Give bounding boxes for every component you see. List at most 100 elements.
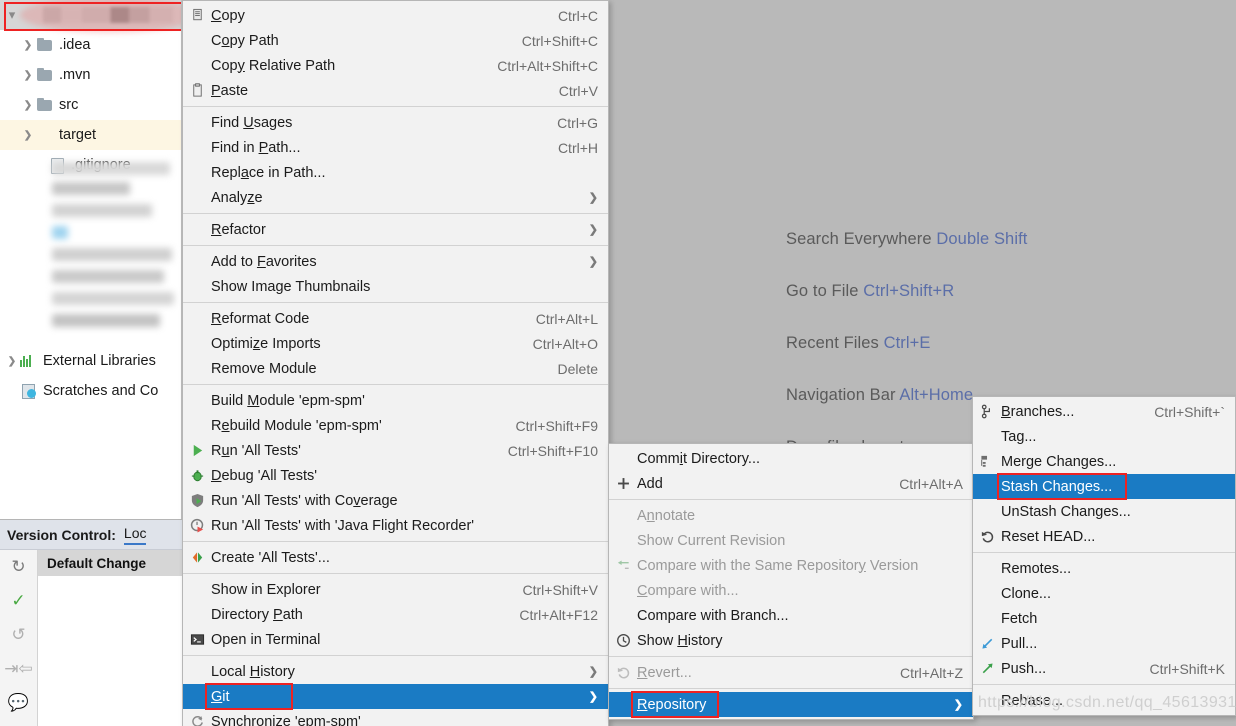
chevron-right-icon[interactable]	[20, 67, 36, 83]
menu-item-shortcut: Ctrl+Shift+F10	[507, 442, 598, 459]
menu-item-copy[interactable]: Copy Ctrl+C	[183, 3, 608, 28]
tree-row-external-libraries[interactable]: External Libraries	[0, 346, 181, 376]
menu-item-debug-all-tests[interactable]: Debug 'All Tests'	[183, 463, 608, 488]
menu-item-replace-in-path[interactable]: Replace in Path...	[183, 160, 608, 185]
menu-item-label: Open in Terminal	[211, 631, 321, 648]
tree-item-label: target	[59, 127, 97, 143]
repo-item-tag[interactable]: Tag...	[973, 424, 1235, 449]
tree-row-project-root[interactable]	[0, 0, 181, 30]
menu-item-remove-module[interactable]: Remove Module Delete	[183, 356, 608, 381]
tree-row-target[interactable]: target	[0, 120, 181, 150]
menu-item-git[interactable]: Git ❯	[183, 684, 608, 709]
repo-item-reset-head[interactable]: Reset HEAD...	[973, 524, 1235, 549]
debug-icon	[183, 468, 211, 483]
menu-item-create-all-tests[interactable]: Create 'All Tests'...	[183, 545, 608, 570]
menu-item-open-in-terminal[interactable]: Open in Terminal	[183, 627, 608, 652]
menu-item-label: Reset HEAD...	[1001, 528, 1096, 545]
tree-row-mvn[interactable]: .mvn	[0, 60, 181, 90]
chevron-right-icon[interactable]	[20, 97, 36, 113]
menu-item-copy-path[interactable]: Copy Path Ctrl+Shift+C	[183, 28, 608, 53]
comment-icon[interactable]: 💬	[8, 692, 30, 714]
menu-item-label: Directory Path	[211, 606, 303, 623]
menu-item-local-history[interactable]: Local History ❯	[183, 659, 608, 684]
git-submenu[interactable]: Commit Directory... Add Ctrl+Alt+A Annotate…	[608, 443, 974, 720]
refresh-icon[interactable]: ↻	[8, 556, 30, 578]
repo-item-unstash-changes[interactable]: UnStash Changes...	[973, 499, 1235, 524]
menu-separator	[183, 213, 608, 214]
changes-list[interactable]: Default Change	[38, 550, 182, 726]
submenu-chevron-icon: ❯	[953, 699, 963, 711]
menu-item-label: Optimize Imports	[211, 335, 321, 352]
git-item-repository[interactable]: Repository ❯	[609, 692, 973, 717]
repo-item-merge-changes[interactable]: Merge Changes...	[973, 449, 1235, 474]
repo-item-rebase[interactable]: Rebase...	[973, 688, 1235, 713]
repository-submenu[interactable]: Branches... Ctrl+Shift+` Tag... Merge Chang…	[972, 396, 1236, 716]
editor-hint-row: Recent Files Ctrl+E	[786, 334, 1236, 353]
revert-icon	[609, 665, 637, 680]
menu-item-label: Synchronize 'epm-spm'	[211, 713, 361, 726]
branch-icon	[973, 404, 1001, 419]
repo-item-stash-changes[interactable]: Stash Changes...	[973, 474, 1235, 499]
folder-icon	[36, 37, 54, 53]
menu-separator	[609, 499, 973, 500]
menu-item-find-usages[interactable]: Find Usages Ctrl+G	[183, 110, 608, 135]
menu-item-refactor[interactable]: Refactor ❯	[183, 217, 608, 242]
git-item-add[interactable]: Add Ctrl+Alt+A	[609, 471, 973, 496]
menu-item-copy-relative-path[interactable]: Copy Relative Path Ctrl+Alt+Shift+C	[183, 53, 608, 78]
tree-row-idea[interactable]: .idea	[0, 30, 181, 60]
shelve-icon[interactable]: ⇥⇦	[4, 658, 33, 680]
menu-item-directory-path[interactable]: Directory Path Ctrl+Alt+F12	[183, 602, 608, 627]
menu-item-analyze[interactable]: Analyze ❯	[183, 185, 608, 210]
menu-item-label: Copy Relative Path	[211, 57, 336, 74]
menu-item-synchronize-epm-spm[interactable]: Synchronize 'epm-spm'	[183, 709, 608, 726]
editor-hint-row: Go to File Ctrl+Shift+R	[786, 282, 1236, 301]
git-item-show-history[interactable]: Show History	[609, 628, 973, 653]
chevron-right-icon[interactable]	[4, 353, 20, 369]
menu-item-run-all-tests-with-coverage[interactable]: Run 'All Tests' with Coverage	[183, 488, 608, 513]
file-context-menu[interactable]: Copy Ctrl+C Copy Path Ctrl+Shift+C Copy Rela…	[182, 0, 609, 726]
editor-hint-label: Go to File	[786, 282, 864, 300]
menu-item-rebuild-module-epm-spm[interactable]: Rebuild Module 'epm-spm' Ctrl+Shift+F9	[183, 413, 608, 438]
menu-item-add-to-favorites[interactable]: Add to Favorites ❯	[183, 249, 608, 274]
ide-window: Search Everywhere Double Shift Go to File…	[0, 0, 1236, 726]
copy-icon	[183, 8, 211, 23]
menu-item-label: Show History	[637, 632, 723, 649]
menu-item-label: Run 'All Tests'	[211, 442, 301, 459]
chevron-right-icon[interactable]	[20, 37, 36, 53]
menu-item-run-all-tests-with-java-flight-recorder[interactable]: Run 'All Tests' with 'Java Flight Record…	[183, 513, 608, 538]
menu-item-optimize-imports[interactable]: Optimize Imports Ctrl+Alt+O	[183, 331, 608, 356]
tree-row-scratches[interactable]: Scratches and Co	[0, 376, 181, 406]
tab-local-changes[interactable]: Loc	[123, 525, 147, 545]
editor-hint-label: Search Everywhere	[786, 230, 937, 248]
editor-hint-shortcut: Alt+Home	[899, 386, 974, 404]
menu-item-build-module-epm-spm[interactable]: Build Module 'epm-spm'	[183, 388, 608, 413]
version-control-tool-window[interactable]: Version Control: Loc ↻ ✓ ↺ ⇥⇦ 💬 Default …	[0, 519, 182, 726]
menu-item-show-in-explorer[interactable]: Show in Explorer Ctrl+Shift+V	[183, 577, 608, 602]
git-item-commit-directory[interactable]: Commit Directory...	[609, 446, 973, 471]
repo-item-pull[interactable]: Pull...	[973, 631, 1235, 656]
repo-item-remotes[interactable]: Remotes...	[973, 556, 1235, 581]
profiler-icon	[183, 518, 211, 533]
rollback-icon[interactable]: ↺	[8, 624, 30, 646]
menu-item-run-all-tests[interactable]: Run 'All Tests' Ctrl+Shift+F10	[183, 438, 608, 463]
menu-item-shortcut: Ctrl+V	[558, 82, 598, 99]
submenu-chevron-icon: ❯	[588, 691, 598, 703]
menu-item-reformat-code[interactable]: Reformat Code Ctrl+Alt+L	[183, 306, 608, 331]
project-tool-window[interactable]: .idea .mvn src target .gitignore	[0, 0, 182, 519]
menu-item-label: Reformat Code	[211, 310, 310, 327]
menu-item-show-image-thumbnails[interactable]: Show Image Thumbnails	[183, 274, 608, 299]
menu-item-label: Rebase...	[1001, 692, 1064, 709]
git-item-compare-with-branch[interactable]: Compare with Branch...	[609, 603, 973, 628]
repo-item-clone[interactable]: Clone...	[973, 581, 1235, 606]
menu-item-paste[interactable]: Paste Ctrl+V	[183, 78, 608, 103]
repo-item-push[interactable]: Push... Ctrl+Shift+K	[973, 656, 1235, 681]
submenu-chevron-icon: ❯	[588, 666, 598, 678]
chevron-down-icon[interactable]	[4, 7, 20, 23]
menu-item-find-in-path[interactable]: Find in Path... Ctrl+H	[183, 135, 608, 160]
tree-row-src[interactable]: src	[0, 90, 181, 120]
repo-item-branches[interactable]: Branches... Ctrl+Shift+`	[973, 399, 1235, 424]
chevron-right-icon[interactable]	[20, 127, 36, 143]
repo-item-fetch[interactable]: Fetch	[973, 606, 1235, 631]
commit-check-icon[interactable]: ✓	[8, 590, 30, 612]
